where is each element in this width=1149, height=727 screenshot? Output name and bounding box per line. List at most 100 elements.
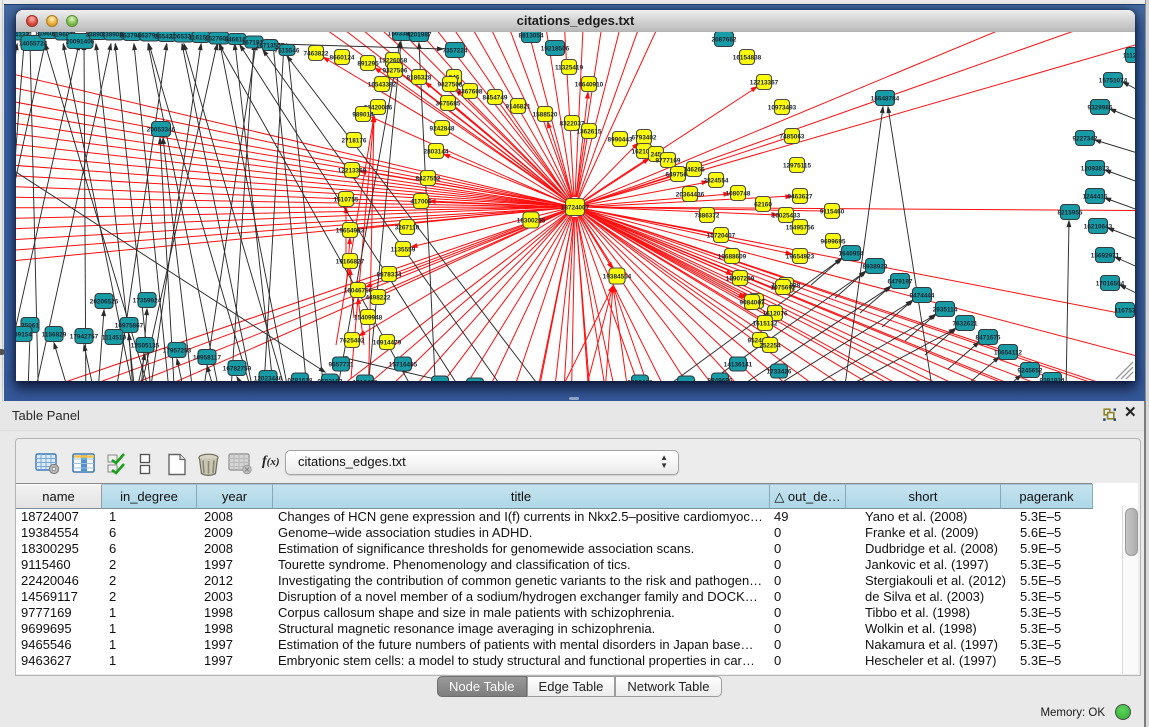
svg-text:9777169: 9777169 <box>656 157 681 164</box>
svg-text:15409948: 15409948 <box>354 314 383 321</box>
svg-text:12213367: 12213367 <box>750 79 779 86</box>
svg-text:4201987: 4201987 <box>407 32 432 38</box>
svg-text:9391934: 9391934 <box>1040 377 1065 381</box>
svg-text:20053346: 20053346 <box>147 126 176 133</box>
svg-text:2803144: 2803144 <box>424 148 449 155</box>
svg-text:252254: 252254 <box>759 342 781 349</box>
svg-text:7463822: 7463822 <box>304 50 329 57</box>
svg-text:3056413: 3056413 <box>628 379 653 381</box>
svg-text:20206526: 20206526 <box>90 298 119 305</box>
svg-text:39154: 39154 <box>16 331 32 338</box>
svg-text:12975115: 12975115 <box>783 162 812 169</box>
svg-text:18907209: 18907209 <box>726 275 755 282</box>
svg-text:15720407: 15720407 <box>707 232 736 239</box>
svg-text:8938923: 8938923 <box>863 263 888 270</box>
svg-text:1080748: 1080748 <box>726 190 751 197</box>
svg-text:7625402: 7625402 <box>340 337 365 344</box>
svg-text:8427552: 8427552 <box>416 175 441 182</box>
svg-text:53767242: 53767242 <box>672 380 701 381</box>
svg-text:1244415: 1244415 <box>1083 193 1108 200</box>
svg-text:9657771: 9657771 <box>329 361 354 368</box>
svg-text:7485063: 7485063 <box>780 133 805 140</box>
svg-text:12505135: 12505135 <box>131 342 160 349</box>
svg-text:15495756: 15495756 <box>786 224 815 231</box>
svg-text:15751074: 15751074 <box>1099 77 1128 84</box>
svg-text:19384554: 19384554 <box>603 273 632 280</box>
svg-text:8471676: 8471676 <box>976 334 1001 341</box>
svg-text:9146821: 9146821 <box>506 103 531 110</box>
svg-text:19654983: 19654983 <box>336 227 365 234</box>
svg-text:116753: 116753 <box>1115 307 1135 314</box>
svg-text:9227342: 9227342 <box>1073 135 1098 142</box>
svg-text:16782759: 16782759 <box>223 365 252 372</box>
svg-text:19166827: 19166827 <box>336 258 365 265</box>
svg-text:19654923: 19654923 <box>786 253 815 260</box>
svg-text:16543382: 16543382 <box>368 81 397 88</box>
svg-text:10958117: 10958117 <box>193 354 222 361</box>
svg-text:14136141: 14136141 <box>724 361 753 368</box>
svg-text:9463627: 9463627 <box>788 193 813 200</box>
svg-text:15692971: 15692971 <box>1091 252 1120 259</box>
svg-text:1075692: 1075692 <box>771 284 796 291</box>
svg-text:6793402: 6793402 <box>632 134 657 141</box>
svg-text:1135559: 1135559 <box>391 246 416 253</box>
svg-text:62160: 62160 <box>754 201 772 208</box>
svg-text:1610755: 1610755 <box>334 196 359 203</box>
svg-text:9329966: 9329966 <box>1088 104 1113 111</box>
svg-text:417006: 417006 <box>410 198 432 205</box>
svg-text:2367608: 2367608 <box>458 88 483 95</box>
svg-text:1112009: 1112009 <box>1123 52 1135 59</box>
svg-text:10975867: 10975867 <box>115 322 144 329</box>
svg-text:9242848: 9242848 <box>430 125 455 132</box>
svg-text:17957253: 17957253 <box>163 347 192 354</box>
svg-text:989014: 989014 <box>352 111 374 118</box>
svg-text:7515546: 7515546 <box>275 47 300 54</box>
svg-text:9699695: 9699695 <box>821 238 846 245</box>
svg-text:12213369: 12213369 <box>338 167 367 174</box>
svg-text:9115460: 9115460 <box>820 208 845 215</box>
svg-text:7886372: 7886372 <box>695 212 720 219</box>
svg-text:9084067: 9084067 <box>740 299 765 306</box>
svg-text:0781618: 0781618 <box>288 377 313 381</box>
svg-text:8990443: 8990443 <box>608 136 633 143</box>
svg-text:19218506: 19218506 <box>541 45 570 52</box>
svg-text:3267110: 3267110 <box>395 224 420 231</box>
svg-text:2935114: 2935114 <box>933 306 958 313</box>
svg-text:1316475: 1316475 <box>353 379 378 381</box>
svg-text:9593103: 9593103 <box>318 378 343 381</box>
svg-text:17359924: 17359924 <box>133 297 162 304</box>
svg-text:7357224: 7357224 <box>443 47 468 54</box>
svg-text:17942757: 17942757 <box>70 333 99 340</box>
svg-text:10654112: 10654112 <box>994 349 1023 356</box>
svg-text:8660124: 8660124 <box>330 54 355 61</box>
svg-text:10973493: 10973493 <box>768 104 797 111</box>
svg-text:8186328: 8186328 <box>407 74 432 81</box>
svg-text:8849696: 8849696 <box>708 377 733 381</box>
svg-text:16640910: 16640910 <box>575 81 604 88</box>
svg-text:1615132: 1615132 <box>753 320 778 327</box>
svg-text:9474444: 9474444 <box>910 292 935 299</box>
svg-text:11325419: 11325419 <box>555 64 584 71</box>
svg-text:8454749: 8454749 <box>483 94 508 101</box>
svg-text:1156829: 1156829 <box>42 331 67 338</box>
svg-text:16046756: 16046756 <box>344 287 373 294</box>
svg-text:6479197: 6479197 <box>888 278 913 285</box>
svg-text:5534192: 5534192 <box>428 380 453 381</box>
svg-text:16154838: 16154838 <box>733 54 762 61</box>
svg-text:20364436: 20364436 <box>676 191 705 198</box>
svg-text:14055724: 14055724 <box>19 40 48 47</box>
svg-text:9327506: 9327506 <box>383 67 408 74</box>
svg-text:8215955: 8215955 <box>1058 209 1083 216</box>
svg-text:1640954: 1640954 <box>839 250 864 257</box>
svg-text:4498222: 4498222 <box>366 294 391 301</box>
svg-text:1362615: 1362615 <box>577 128 602 135</box>
svg-text:2718176: 2718176 <box>342 137 367 144</box>
svg-text:18300295: 18300295 <box>517 217 546 224</box>
svg-text:891295: 891295 <box>357 60 379 67</box>
svg-text:1733426: 1733426 <box>767 368 792 375</box>
svg-text:12023446: 12023446 <box>254 375 283 381</box>
svg-text:1114519: 1114519 <box>102 334 127 341</box>
svg-text:17016504: 17016504 <box>1096 280 1125 287</box>
svg-text:10025433: 10025433 <box>772 212 801 219</box>
svg-text:8813054: 8813054 <box>519 32 544 39</box>
